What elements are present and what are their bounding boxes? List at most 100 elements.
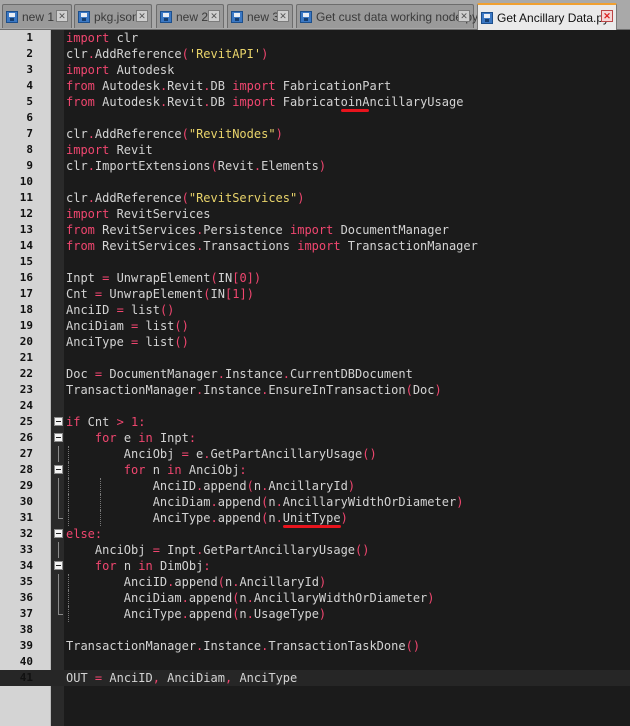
fold-guide bbox=[58, 510, 63, 519]
save-disk-icon bbox=[300, 10, 312, 23]
fold-collapse-icon[interactable] bbox=[54, 529, 63, 538]
code-text: for e in Inpt: bbox=[94, 431, 197, 445]
code-text: AnciType.append(n.UsageType) bbox=[66, 607, 327, 621]
code-text: from RevitServices.Persistence import Do… bbox=[66, 223, 449, 237]
line-number: 7 bbox=[26, 127, 33, 140]
code-area[interactable]: 1 import clr 2 clr.AddReference('RevitAPI')… bbox=[0, 30, 630, 726]
line-number: 14 bbox=[19, 239, 33, 252]
line-number: 37 bbox=[19, 607, 33, 620]
fold-collapse-icon[interactable] bbox=[54, 561, 63, 570]
code-line[interactable]: 39 TransactionManager.Instance.Transactio… bbox=[0, 638, 630, 654]
code-line[interactable]: 8 import Revit bbox=[0, 142, 630, 158]
line-number: 2 bbox=[26, 47, 33, 60]
code-line[interactable]: 11 clr.AddReference("RevitServices") bbox=[0, 190, 630, 206]
code-line[interactable]: 9 clr.ImportExtensions(Revit.Elements) bbox=[0, 158, 630, 174]
code-editor[interactable]: 1 import clr 2 clr.AddReference('RevitAPI')… bbox=[0, 30, 630, 726]
code-line[interactable]: 26 for e in Inpt: bbox=[0, 430, 630, 446]
code-line[interactable]: 37 AnciType.append(n.UsageType) bbox=[0, 606, 630, 622]
line-number: 9 bbox=[26, 159, 33, 172]
code-line[interactable]: 27 AnciObj = e.GetPartAncillaryUsage() bbox=[0, 446, 630, 462]
code-line[interactable]: 36 AnciDiam.append(n.AncillaryWidthOrDia… bbox=[0, 590, 630, 606]
code-line[interactable]: 19 AnciDiam = list() bbox=[0, 318, 630, 334]
code-line[interactable]: 41 OUT = AnciID, AnciDiam, AnciType bbox=[0, 670, 630, 686]
code-text: AnciID.append(n.AncillaryId) bbox=[66, 575, 327, 589]
fold-collapse-icon[interactable] bbox=[54, 417, 63, 426]
tab-5[interactable]: Get cust data working node.py ✕ bbox=[296, 4, 478, 28]
code-line[interactable]: 6 bbox=[0, 110, 630, 126]
code-text: TransactionManager.Instance.EnsureInTran… bbox=[66, 383, 442, 397]
line-number: 33 bbox=[19, 543, 33, 556]
code-text: from Autodesk.Revit.DB import Fabricatoi… bbox=[66, 95, 464, 109]
code-line[interactable]: 16 Inpt = UnwrapElement(IN[0]) bbox=[0, 270, 630, 286]
typo-underline-annotation bbox=[340, 109, 370, 112]
line-number: 3 bbox=[26, 63, 33, 76]
fold-guide bbox=[58, 590, 59, 606]
code-line[interactable]: 21 bbox=[0, 350, 630, 366]
code-line[interactable]: 22 Doc = DocumentManager.Instance.Current… bbox=[0, 366, 630, 382]
line-number: 41 bbox=[19, 671, 33, 684]
code-line[interactable]: 24 bbox=[0, 398, 630, 414]
close-tab-icon[interactable]: ✕ bbox=[458, 10, 470, 22]
code-line[interactable]: 32 else: bbox=[0, 526, 630, 542]
line-number: 10 bbox=[19, 175, 33, 188]
code-line[interactable]: 23 TransactionManager.Instance.EnsureInTr… bbox=[0, 382, 630, 398]
code-line[interactable]: 5 from Autodesk.Revit.DB import Fabricato… bbox=[0, 94, 630, 110]
tab-label: Get cust data working node.py bbox=[316, 9, 479, 24]
code-line[interactable]: 31 AnciType.append(n.UnitType) bbox=[0, 510, 630, 526]
fold-guide bbox=[58, 606, 63, 615]
code-line[interactable]: 30 AnciDiam.append(n.AncillaryWidthOrDia… bbox=[0, 494, 630, 510]
code-line[interactable]: 34 for n in DimObj: bbox=[0, 558, 630, 574]
code-line[interactable]: 35 AnciID.append(n.AncillaryId) bbox=[0, 574, 630, 590]
code-line[interactable]: 17 Cnt = UnwrapElement(IN[1]) bbox=[0, 286, 630, 302]
code-line[interactable]: 14 from RevitServices.Transactions import… bbox=[0, 238, 630, 254]
line-number: 21 bbox=[19, 351, 33, 364]
line-number: 19 bbox=[19, 319, 33, 332]
code-line[interactable]: 25 if Cnt > 1: bbox=[0, 414, 630, 430]
code-text: Inpt = UnwrapElement(IN[0]) bbox=[66, 271, 262, 285]
code-text: import RevitServices bbox=[66, 207, 211, 221]
tab-2[interactable]: pkg.json ✕ bbox=[74, 4, 152, 28]
tab-label: Get Ancillary Data.py bbox=[497, 10, 610, 25]
code-line[interactable]: 1 import clr bbox=[0, 30, 630, 46]
fold-collapse-icon[interactable] bbox=[54, 433, 63, 442]
code-line[interactable]: 13 from RevitServices.Persistence import … bbox=[0, 222, 630, 238]
code-line[interactable]: 28 for n in AnciObj: bbox=[0, 462, 630, 478]
code-text: for n in AnciObj: bbox=[123, 463, 247, 477]
close-tab-icon[interactable]: ✕ bbox=[601, 10, 613, 22]
code-line[interactable]: 15 bbox=[0, 254, 630, 270]
tab-6[interactable]: Get Ancillary Data.py ✕ bbox=[477, 3, 617, 30]
code-line[interactable]: 33 AnciObj = Inpt.GetPartAncillaryUsage(… bbox=[0, 542, 630, 558]
save-disk-icon bbox=[481, 11, 493, 24]
line-number: 12 bbox=[19, 207, 33, 220]
property-underline-annotation bbox=[282, 525, 341, 528]
save-disk-icon bbox=[6, 10, 18, 23]
close-tab-icon[interactable]: ✕ bbox=[136, 10, 148, 22]
code-text: AnciType.append(n.UnitType) bbox=[66, 511, 348, 525]
line-number: 40 bbox=[19, 655, 33, 668]
code-line[interactable]: 12 import RevitServices bbox=[0, 206, 630, 222]
close-tab-icon[interactable]: ✕ bbox=[208, 10, 220, 22]
line-number: 6 bbox=[26, 111, 33, 124]
code-text: AnciObj = Inpt.GetPartAncillaryUsage() bbox=[66, 543, 370, 557]
close-tab-icon[interactable]: ✕ bbox=[56, 10, 68, 22]
code-line[interactable]: 3 import Autodesk bbox=[0, 62, 630, 78]
code-line[interactable]: 40 bbox=[0, 654, 630, 670]
code-line[interactable]: 29 AnciID.append(n.AncillaryId) bbox=[0, 478, 630, 494]
code-line[interactable]: 10 bbox=[0, 174, 630, 190]
code-line[interactable]: 7 clr.AddReference("RevitNodes") bbox=[0, 126, 630, 142]
fold-collapse-icon[interactable] bbox=[54, 465, 63, 474]
tab-1[interactable]: new 1 ✕ bbox=[2, 4, 72, 28]
tab-4[interactable]: new 3 ✕ bbox=[227, 4, 293, 28]
line-number: 4 bbox=[26, 79, 33, 92]
code-text: for n in DimObj: bbox=[94, 559, 211, 573]
close-tab-icon[interactable]: ✕ bbox=[277, 10, 289, 22]
code-line[interactable]: 4 from Autodesk.Revit.DB import Fabricati… bbox=[0, 78, 630, 94]
code-text: AnciDiam.append(n.AncillaryWidthOrDiamet… bbox=[66, 591, 435, 605]
code-line[interactable]: 20 AnciType = list() bbox=[0, 334, 630, 350]
code-text: clr.AddReference("RevitServices") bbox=[66, 191, 305, 205]
code-line[interactable]: 38 bbox=[0, 622, 630, 638]
save-disk-icon bbox=[160, 10, 172, 23]
code-line[interactable]: 18 AnciID = list() bbox=[0, 302, 630, 318]
tab-3[interactable]: new 2 ✕ bbox=[156, 4, 224, 28]
code-line[interactable]: 2 clr.AddReference('RevitAPI') bbox=[0, 46, 630, 62]
